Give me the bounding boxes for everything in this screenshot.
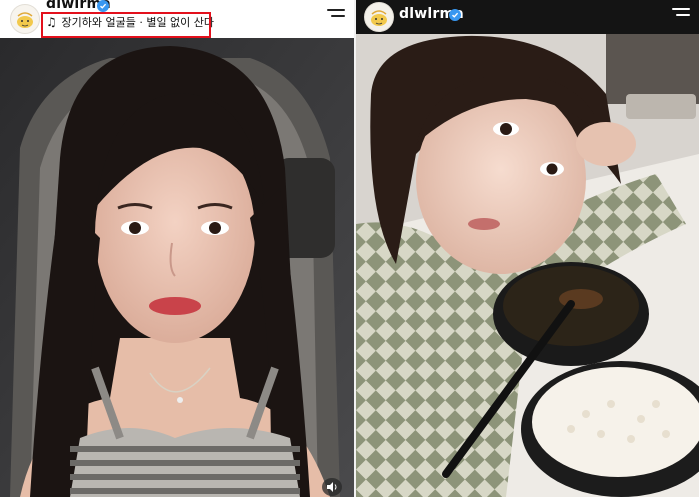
- verified-badge-icon: [97, 0, 109, 12]
- avatar-icon[interactable]: [10, 4, 40, 34]
- right-photo: [356, 34, 699, 497]
- menu-icon[interactable]: [672, 8, 690, 22]
- left-post: dlwlrma ♫ 장기하와 얼굴들 · 별일 없이 산다: [0, 0, 354, 497]
- right-post-header: dlwlrma: [356, 0, 699, 34]
- avatar-icon[interactable]: [364, 2, 394, 32]
- right-post: dlwlrma: [356, 0, 699, 497]
- left-post-header: dlwlrma ♫ 장기하와 얼굴들 · 별일 없이 산다: [0, 0, 354, 38]
- verified-badge-icon: [449, 9, 461, 21]
- left-photo: [0, 38, 354, 497]
- speaker-icon[interactable]: [322, 478, 342, 496]
- menu-icon[interactable]: [327, 9, 345, 23]
- highlight-box: [41, 12, 211, 38]
